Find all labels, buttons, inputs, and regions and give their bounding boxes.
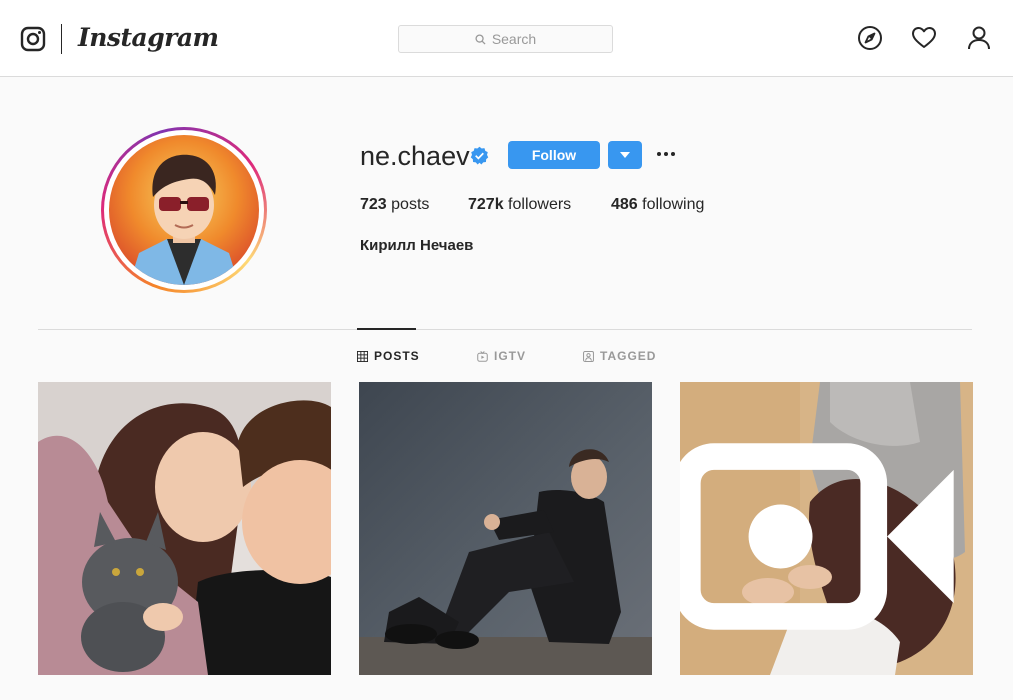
following-stat-link[interactable]: 486 following [611,196,704,214]
post-thumbnail[interactable] [680,382,973,675]
followers-label: followers [503,196,572,213]
search-icon [475,33,486,45]
tab-igtv-label: IGTV [494,349,527,363]
post-thumbnail[interactable] [359,382,652,675]
suggested-dropdown-button[interactable] [608,141,642,169]
video-icon [680,443,954,630]
instagram-wordmark[interactable]: Instagram [78,23,219,52]
search-placeholder: Search [491,31,537,47]
logo-divider [61,24,62,54]
verified-badge-icon [470,146,489,165]
tagged-icon [583,350,594,362]
profile-full-name: Кирилл Нечаев [360,237,474,254]
avatar-illustration [109,135,259,285]
compass-icon[interactable] [857,25,883,51]
user-icon[interactable] [966,25,992,51]
post-photo-man-sitting [359,382,652,675]
profile-avatar-ring[interactable] [101,127,267,293]
followers-count: 727k [468,196,504,213]
posts-label: posts [386,196,430,213]
posts-count-stat: 723 posts [360,196,429,214]
more-options-icon[interactable] [656,146,676,162]
active-tab-indicator [357,328,416,330]
igtv-icon [477,350,488,362]
search-input[interactable]: Search [398,25,613,53]
tab-tagged-label: TAGGED [600,349,657,363]
post-thumbnail[interactable] [38,382,331,675]
posts-count: 723 [360,196,387,213]
followers-stat-link[interactable]: 727k followers [468,196,571,214]
instagram-camera-icon[interactable] [20,26,46,52]
grid-icon [357,350,368,362]
follow-button[interactable]: Follow [508,141,600,169]
triangle-down-icon [620,152,630,158]
avatar [109,135,259,285]
tab-igtv[interactable]: IGTV [477,349,526,363]
following-label: following [637,196,705,213]
tab-posts[interactable]: POSTS [357,349,420,363]
following-count: 486 [611,196,638,213]
tab-tagged[interactable]: TAGGED [583,349,656,363]
tab-posts-label: POSTS [374,349,420,363]
post-photo-couple-with-cat [38,382,331,675]
heart-icon[interactable] [911,25,937,51]
top-nav-bar: Instagram Search [0,0,1013,77]
tabs-divider [38,329,972,330]
profile-username: ne.chaev [360,141,470,171]
